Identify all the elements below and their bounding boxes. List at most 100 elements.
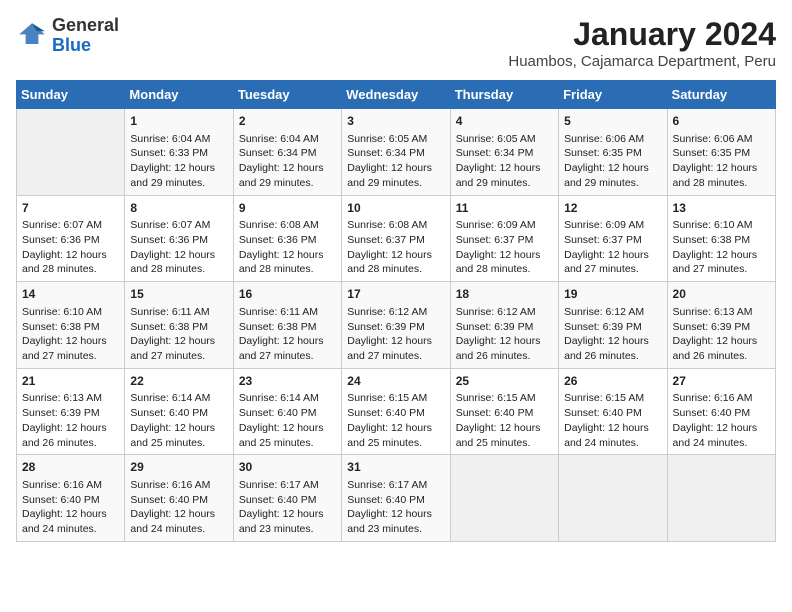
- day-number: 31: [347, 459, 444, 476]
- day-info: Sunrise: 6:08 AM Sunset: 6:36 PM Dayligh…: [239, 218, 336, 277]
- col-header-thursday: Thursday: [450, 81, 558, 109]
- calendar-cell: 4 Sunrise: 6:05 AM Sunset: 6:34 PM Daylig…: [450, 109, 558, 196]
- calendar-cell: 3 Sunrise: 6:05 AM Sunset: 6:34 PM Daylig…: [342, 109, 450, 196]
- day-info: Sunrise: 6:13 AM Sunset: 6:39 PM Dayligh…: [22, 391, 119, 450]
- day-info: Sunrise: 6:13 AM Sunset: 6:39 PM Dayligh…: [673, 305, 770, 364]
- day-info: Sunrise: 6:05 AM Sunset: 6:34 PM Dayligh…: [456, 132, 553, 191]
- calendar-cell: 14 Sunrise: 6:10 AM Sunset: 6:38 PM Dayli…: [17, 282, 125, 369]
- calendar-cell: 25Sunrise: 6:15 AM Sunset: 6:40 PM Dayli…: [450, 368, 558, 455]
- col-header-tuesday: Tuesday: [233, 81, 341, 109]
- col-header-saturday: Saturday: [667, 81, 775, 109]
- calendar-cell: 11Sunrise: 6:09 AM Sunset: 6:37 PM Dayli…: [450, 195, 558, 282]
- calendar-week-row: 28 Sunrise: 6:16 AM Sunset: 6:40 PM Dayli…: [17, 455, 776, 542]
- calendar-cell: 19 Sunrise: 6:12 AM Sunset: 6:39 PM Dayli…: [559, 282, 667, 369]
- col-header-monday: Monday: [125, 81, 233, 109]
- day-number: 28: [22, 459, 119, 476]
- calendar-cell: 29 Sunrise: 6:16 AM Sunset: 6:40 PM Dayli…: [125, 455, 233, 542]
- day-info: Sunrise: 6:10 AM Sunset: 6:38 PM Dayligh…: [22, 305, 119, 364]
- logo-text: General Blue: [52, 16, 119, 56]
- day-number: 25: [456, 373, 553, 390]
- day-number: 11: [456, 200, 553, 217]
- calendar-cell: 23Sunrise: 6:14 AM Sunset: 6:40 PM Dayli…: [233, 368, 341, 455]
- calendar-week-row: 1Sunrise: 6:04 AM Sunset: 6:33 PM Daylig…: [17, 109, 776, 196]
- calendar-cell: 5Sunrise: 6:06 AM Sunset: 6:35 PM Daylig…: [559, 109, 667, 196]
- day-info: Sunrise: 6:08 AM Sunset: 6:37 PM Dayligh…: [347, 218, 444, 277]
- day-number: 14: [22, 286, 119, 303]
- location-subtitle: Huambos, Cajamarca Department, Peru: [508, 53, 776, 70]
- day-number: 7: [22, 200, 119, 217]
- calendar-table: SundayMondayTuesdayWednesdayThursdayFrid…: [16, 80, 776, 542]
- day-number: 29: [130, 459, 227, 476]
- day-info: Sunrise: 6:16 AM Sunset: 6:40 PM Dayligh…: [130, 478, 227, 537]
- calendar-cell: 9Sunrise: 6:08 AM Sunset: 6:36 PM Daylig…: [233, 195, 341, 282]
- day-info: Sunrise: 6:11 AM Sunset: 6:38 PM Dayligh…: [239, 305, 336, 364]
- calendar-cell: [559, 455, 667, 542]
- day-info: Sunrise: 6:12 AM Sunset: 6:39 PM Dayligh…: [564, 305, 661, 364]
- day-number: 8: [130, 200, 227, 217]
- day-number: 16: [239, 286, 336, 303]
- day-number: 20: [673, 286, 770, 303]
- day-info: Sunrise: 6:14 AM Sunset: 6:40 PM Dayligh…: [130, 391, 227, 450]
- month-year-title: January 2024: [508, 16, 776, 53]
- day-info: Sunrise: 6:11 AM Sunset: 6:38 PM Dayligh…: [130, 305, 227, 364]
- day-info: Sunrise: 6:17 AM Sunset: 6:40 PM Dayligh…: [347, 478, 444, 537]
- calendar-cell: 27Sunrise: 6:16 AM Sunset: 6:40 PM Dayli…: [667, 368, 775, 455]
- day-info: Sunrise: 6:07 AM Sunset: 6:36 PM Dayligh…: [130, 218, 227, 277]
- day-number: 30: [239, 459, 336, 476]
- day-info: Sunrise: 6:06 AM Sunset: 6:35 PM Dayligh…: [673, 132, 770, 191]
- calendar-cell: 24Sunrise: 6:15 AM Sunset: 6:40 PM Dayli…: [342, 368, 450, 455]
- day-number: 17: [347, 286, 444, 303]
- day-info: Sunrise: 6:07 AM Sunset: 6:36 PM Dayligh…: [22, 218, 119, 277]
- col-header-sunday: Sunday: [17, 81, 125, 109]
- day-info: Sunrise: 6:09 AM Sunset: 6:37 PM Dayligh…: [456, 218, 553, 277]
- col-header-wednesday: Wednesday: [342, 81, 450, 109]
- day-info: Sunrise: 6:12 AM Sunset: 6:39 PM Dayligh…: [347, 305, 444, 364]
- day-number: 4: [456, 113, 553, 130]
- day-info: Sunrise: 6:05 AM Sunset: 6:34 PM Dayligh…: [347, 132, 444, 191]
- calendar-cell: 2 Sunrise: 6:04 AM Sunset: 6:34 PM Daylig…: [233, 109, 341, 196]
- calendar-cell: 20 Sunrise: 6:13 AM Sunset: 6:39 PM Dayli…: [667, 282, 775, 369]
- col-header-friday: Friday: [559, 81, 667, 109]
- day-number: 12: [564, 200, 661, 217]
- calendar-week-row: 21Sunrise: 6:13 AM Sunset: 6:39 PM Dayli…: [17, 368, 776, 455]
- day-number: 18: [456, 286, 553, 303]
- calendar-cell: 16 Sunrise: 6:11 AM Sunset: 6:38 PM Dayli…: [233, 282, 341, 369]
- calendar-cell: [17, 109, 125, 196]
- day-info: Sunrise: 6:15 AM Sunset: 6:40 PM Dayligh…: [347, 391, 444, 450]
- day-number: 21: [22, 373, 119, 390]
- day-number: 5: [564, 113, 661, 130]
- day-info: Sunrise: 6:16 AM Sunset: 6:40 PM Dayligh…: [673, 391, 770, 450]
- calendar-cell: 12Sunrise: 6:09 AM Sunset: 6:37 PM Dayli…: [559, 195, 667, 282]
- day-number: 26: [564, 373, 661, 390]
- title-block: January 2024 Huambos, Cajamarca Departme…: [508, 16, 776, 70]
- day-info: Sunrise: 6:15 AM Sunset: 6:40 PM Dayligh…: [456, 391, 553, 450]
- day-number: 19: [564, 286, 661, 303]
- calendar-cell: 18 Sunrise: 6:12 AM Sunset: 6:39 PM Dayli…: [450, 282, 558, 369]
- day-info: Sunrise: 6:15 AM Sunset: 6:40 PM Dayligh…: [564, 391, 661, 450]
- calendar-cell: 31 Sunrise: 6:17 AM Sunset: 6:40 PM Dayli…: [342, 455, 450, 542]
- day-info: Sunrise: 6:17 AM Sunset: 6:40 PM Dayligh…: [239, 478, 336, 537]
- calendar-cell: 6Sunrise: 6:06 AM Sunset: 6:35 PM Daylig…: [667, 109, 775, 196]
- page-header: General Blue January 2024 Huambos, Cajam…: [16, 16, 776, 70]
- calendar-cell: 1Sunrise: 6:04 AM Sunset: 6:33 PM Daylig…: [125, 109, 233, 196]
- day-number: 9: [239, 200, 336, 217]
- calendar-cell: 17 Sunrise: 6:12 AM Sunset: 6:39 PM Dayli…: [342, 282, 450, 369]
- calendar-cell: [450, 455, 558, 542]
- day-number: 3: [347, 113, 444, 130]
- calendar-cell: 21Sunrise: 6:13 AM Sunset: 6:39 PM Dayli…: [17, 368, 125, 455]
- day-number: 13: [673, 200, 770, 217]
- calendar-header-row: SundayMondayTuesdayWednesdayThursdayFrid…: [17, 81, 776, 109]
- day-info: Sunrise: 6:04 AM Sunset: 6:34 PM Dayligh…: [239, 132, 336, 191]
- calendar-cell: 15Sunrise: 6:11 AM Sunset: 6:38 PM Dayli…: [125, 282, 233, 369]
- calendar-cell: 7Sunrise: 6:07 AM Sunset: 6:36 PM Daylig…: [17, 195, 125, 282]
- day-info: Sunrise: 6:16 AM Sunset: 6:40 PM Dayligh…: [22, 478, 119, 537]
- calendar-cell: [667, 455, 775, 542]
- logo-general: General: [52, 16, 119, 36]
- calendar-cell: 10Sunrise: 6:08 AM Sunset: 6:37 PM Dayli…: [342, 195, 450, 282]
- calendar-cell: 22Sunrise: 6:14 AM Sunset: 6:40 PM Dayli…: [125, 368, 233, 455]
- day-info: Sunrise: 6:09 AM Sunset: 6:37 PM Dayligh…: [564, 218, 661, 277]
- day-number: 24: [347, 373, 444, 390]
- day-number: 2: [239, 113, 336, 130]
- day-info: Sunrise: 6:12 AM Sunset: 6:39 PM Dayligh…: [456, 305, 553, 364]
- calendar-cell: 30 Sunrise: 6:17 AM Sunset: 6:40 PM Dayli…: [233, 455, 341, 542]
